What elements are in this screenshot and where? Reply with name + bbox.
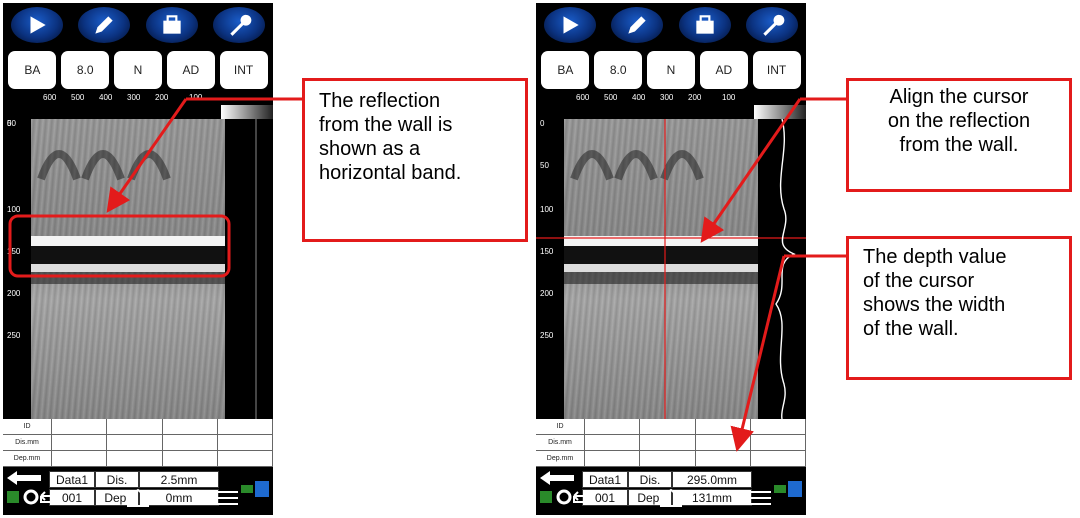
depth-tick: 100 — [540, 205, 554, 214]
table-label-dep: Dep.mm — [3, 451, 52, 466]
mode-buttons: BA 8.0 N AD INT — [3, 49, 273, 91]
mode-int-button[interactable]: INT — [219, 51, 268, 89]
menu-icon[interactable] — [748, 488, 774, 508]
ruler-tick: 500 — [71, 93, 85, 102]
left-phone-screen: BA 8.0 N AD INT 600 500 400 300 200 100 … — [3, 3, 273, 515]
menu-icon[interactable] — [215, 488, 241, 508]
depth-tick: 50 — [7, 119, 16, 128]
right-phone-screen: BA 8.0 N AD INT 600 500 400 300 200 100 — [536, 3, 806, 515]
measurement-table: ID Dis.mm Dep.mm — [536, 419, 806, 467]
wrench-icon — [230, 14, 252, 36]
ruler-tick: 300 — [127, 93, 141, 102]
mode-buttons: BA 8.0 N AD INT — [536, 49, 806, 91]
ruler-tick: 200 — [155, 93, 169, 102]
play-icon — [563, 16, 579, 34]
android-nav-bar — [536, 481, 806, 515]
folder-icon — [696, 15, 714, 34]
depth-tick: 100 — [7, 205, 21, 214]
home-icon[interactable] — [125, 488, 151, 508]
mode-n-button[interactable]: N — [646, 51, 695, 89]
ruler-tick: 500 — [604, 93, 618, 102]
settings-button[interactable] — [213, 7, 266, 43]
table-label-id: ID — [536, 419, 585, 434]
callout-line: The reflection — [319, 90, 441, 112]
mode-int-button[interactable]: INT — [752, 51, 801, 89]
scan-image — [31, 119, 225, 419]
mode-gain-button[interactable]: 8.0 — [61, 51, 110, 89]
callout-line: The depth value — [863, 246, 1007, 268]
callout-line: of the cursor — [863, 270, 975, 292]
edit-button[interactable] — [78, 7, 131, 43]
callout-line: shows the width — [863, 294, 1006, 316]
mode-ba-button[interactable]: BA — [8, 51, 57, 89]
ruler-tick: 600 — [576, 93, 590, 102]
ruler-tick: 400 — [99, 93, 113, 102]
color-scale — [221, 105, 273, 119]
play-icon — [30, 16, 46, 34]
table-label-dep: Dep.mm — [536, 451, 585, 466]
waveform-trace — [775, 119, 796, 419]
callout-line: of the wall. — [863, 318, 959, 340]
measurement-table: ID Dis.mm Dep.mm — [3, 419, 273, 467]
radar-scan-view[interactable]: 0 50 100 150 200 250 — [3, 105, 273, 419]
depth-tick: 0 — [540, 119, 545, 128]
mode-ba-button[interactable]: BA — [541, 51, 590, 89]
android-nav-bar — [3, 481, 273, 515]
file-button[interactable] — [678, 7, 731, 43]
pencil-icon — [628, 16, 646, 34]
mode-ad-button[interactable]: AD — [699, 51, 748, 89]
depth-tick: 150 — [540, 247, 554, 256]
ruler-tick: 100 — [189, 93, 203, 102]
back-icon[interactable] — [568, 488, 594, 508]
home-icon[interactable] — [658, 488, 684, 508]
back-icon[interactable] — [35, 488, 61, 508]
pencil-icon — [95, 16, 113, 34]
depth-tick: 150 — [7, 247, 21, 256]
wrench-icon — [763, 14, 785, 36]
ruler-tick: 400 — [632, 93, 646, 102]
edit-button[interactable] — [611, 7, 664, 43]
ruler-tick: 300 — [660, 93, 674, 102]
toolbar — [536, 3, 806, 47]
table-label-id: ID — [3, 419, 52, 434]
callout-right-top: Align the cursor on the reflection from … — [846, 78, 1072, 192]
ruler-tick: 100 — [722, 93, 736, 102]
table-label-dis: Dis.mm — [3, 435, 52, 450]
depth-tick: 50 — [540, 161, 549, 170]
ruler-tick: 600 — [43, 93, 57, 102]
table-label-dis: Dis.mm — [536, 435, 585, 450]
callout-line: horizontal band. — [319, 162, 462, 184]
ruler-tick: 200 — [688, 93, 702, 102]
callout-right-bottom: The depth value of the cursor shows the … — [846, 236, 1072, 380]
radar-scan-view[interactable]: 0 50 100 150 200 250 — [536, 105, 806, 419]
color-scale — [754, 105, 806, 119]
callout-line: shown as a — [319, 138, 421, 160]
settings-button[interactable] — [746, 7, 799, 43]
depth-tick: 250 — [540, 331, 554, 340]
folder-icon — [163, 15, 181, 34]
mode-n-button[interactable]: N — [113, 51, 162, 89]
depth-tick: 200 — [540, 289, 554, 298]
depth-tick: 250 — [7, 331, 21, 340]
toolbar — [3, 3, 273, 47]
mode-ad-button[interactable]: AD — [166, 51, 215, 89]
depth-tick: 200 — [7, 289, 21, 298]
mode-gain-button[interactable]: 8.0 — [594, 51, 643, 89]
callout-line: from the wall is — [319, 114, 453, 136]
play-button[interactable] — [10, 7, 63, 43]
callout-left: The reflection from the wall is shown as… — [302, 78, 528, 242]
callout-line: Align the cursor — [889, 86, 1029, 108]
play-button[interactable] — [543, 7, 596, 43]
callout-line: from the wall. — [899, 134, 1019, 156]
waveform-axis — [255, 119, 257, 419]
callout-line: on the reflection — [887, 110, 1031, 132]
file-button[interactable] — [145, 7, 198, 43]
